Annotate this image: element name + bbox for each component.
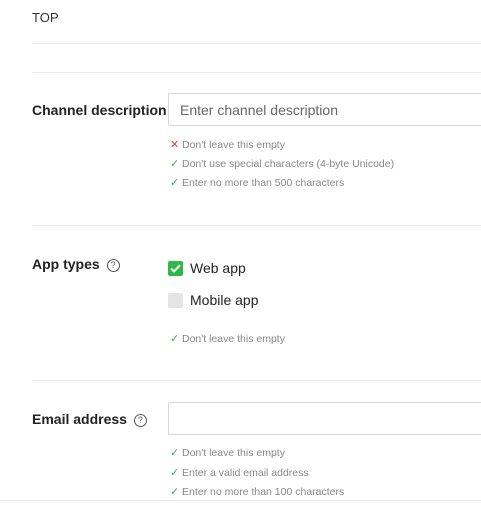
rule-text: Enter no more than 100 characters xyxy=(182,486,345,498)
email-field[interactable] xyxy=(168,402,481,435)
validation-rule: ✕ Don't leave this empty xyxy=(170,139,285,151)
channel-description-input[interactable] xyxy=(168,93,481,126)
rule-text: Don't use special characters (4-byte Uni… xyxy=(182,158,395,170)
validation-rule: ✓ Don't leave this empty xyxy=(170,447,285,459)
divider xyxy=(0,500,481,501)
checkmark-icon: ✓ xyxy=(170,176,180,189)
divider xyxy=(32,380,481,381)
divider xyxy=(32,225,481,226)
mobile-app-checkbox-row[interactable]: Mobile app xyxy=(168,292,259,308)
mobile-app-checkbox[interactable] xyxy=(168,292,183,308)
channel-description-label: Channel description xyxy=(32,102,167,118)
validation-rule: ✓ Don't use special characters (4-byte U… xyxy=(170,158,394,170)
page-title: TOP xyxy=(32,10,59,25)
rule-text: Enter no more than 500 characters xyxy=(182,177,345,189)
rule-text: Don't leave this empty xyxy=(182,447,285,459)
divider xyxy=(32,72,481,73)
validation-rule: ✓ Enter a valid email address xyxy=(170,467,309,479)
validation-rule: ✓ Enter no more than 100 characters xyxy=(170,486,344,498)
question-circle-icon[interactable]: ? xyxy=(133,414,147,427)
checkmark-icon: ✓ xyxy=(170,446,180,459)
question-circle-icon[interactable]: ? xyxy=(106,259,120,272)
checkmark-icon xyxy=(170,264,181,273)
checkmark-icon: ✓ xyxy=(170,485,180,498)
email-address-label-text: Email address xyxy=(32,411,127,427)
email-address-label: Email address? xyxy=(32,411,147,427)
divider xyxy=(32,43,481,44)
web-app-label: Web app xyxy=(190,260,246,276)
cross-icon: ✕ xyxy=(170,138,180,151)
web-app-checkbox-row[interactable]: Web app xyxy=(168,260,246,276)
app-types-label-text: App types xyxy=(32,256,100,272)
mobile-app-label: Mobile app xyxy=(190,292,259,308)
rule-text: Don't leave this empty xyxy=(182,333,285,345)
validation-rule: ✓ Don't leave this empty xyxy=(170,333,285,345)
validation-rule: ✓ Enter no more than 500 characters xyxy=(170,177,344,189)
checkmark-icon: ✓ xyxy=(170,332,180,345)
checkmark-icon: ✓ xyxy=(170,157,180,170)
rule-text: Enter a valid email address xyxy=(182,467,309,479)
channel-settings-form: TOP Channel description ✕ Don't leave th… xyxy=(0,0,481,507)
checkmark-icon: ✓ xyxy=(170,466,180,479)
rule-text: Don't leave this empty xyxy=(182,139,285,151)
web-app-checkbox[interactable] xyxy=(168,260,183,276)
app-types-label: App types? xyxy=(32,256,120,272)
